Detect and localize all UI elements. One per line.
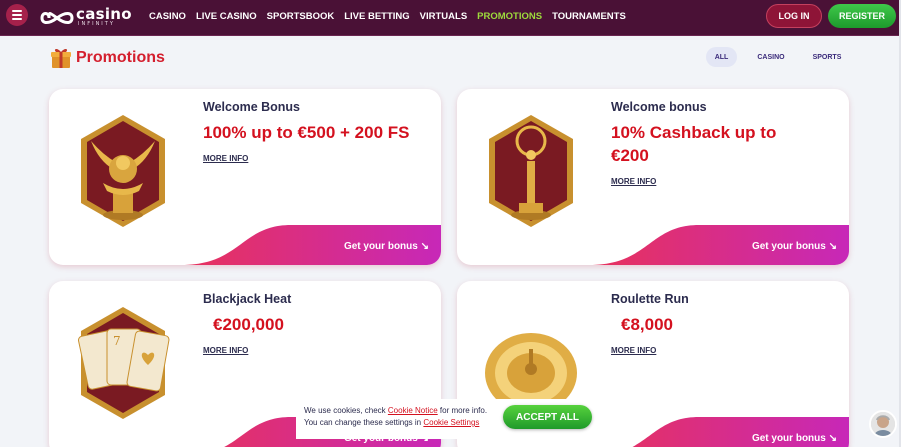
support-agent-icon [871, 412, 895, 436]
nav-virtuals[interactable]: VIRTUALS [420, 11, 468, 22]
get-bonus-button[interactable]: Get your bonus ↘ [752, 433, 837, 444]
nav-promotions[interactable]: PROMOTIONS [477, 11, 542, 22]
more-info-link[interactable]: MORE INFO [203, 154, 248, 163]
filter-all-button[interactable]: ALL [706, 47, 737, 67]
promo-offer: €200,000 [213, 315, 284, 334]
cookie-settings-link[interactable]: Cookie Settings [423, 418, 479, 427]
statuette-trophy-icon [489, 115, 573, 227]
promo-title: Blackjack Heat [203, 292, 292, 306]
playing-cards-icon: 7 [78, 307, 170, 419]
cookie-text-1: We use cookies, check [304, 406, 388, 415]
nav-live-betting[interactable]: LIVE BETTING [344, 11, 409, 22]
infinity-icon [40, 12, 74, 24]
get-bonus-button[interactable]: Get your bonus ↘ [344, 241, 429, 252]
register-button[interactable]: REGISTER [828, 4, 896, 28]
nav-sportsbook[interactable]: SPORTSBOOK [267, 11, 335, 22]
promo-card-cashback[interactable]: Welcome bonus 10% Cashback up to €200 MO… [457, 89, 849, 265]
more-info-link[interactable]: MORE INFO [203, 346, 248, 355]
top-navigation-bar: casino INFINITY CASINO LIVE CASINO SPORT… [0, 0, 901, 36]
get-bonus-button[interactable]: Get your bonus ↘ [752, 241, 837, 252]
promo-card-welcome-bonus[interactable]: Welcome Bonus 100% up to €500 + 200 FS M… [49, 89, 441, 265]
nav-live-casino[interactable]: LIVE CASINO [196, 11, 257, 22]
menu-line [12, 14, 22, 16]
cookie-text-2: for more info. [437, 406, 488, 415]
svg-text:7: 7 [113, 334, 121, 348]
accept-all-button[interactable]: ACCEPT ALL [503, 405, 592, 429]
promo-title: Roulette Run [611, 292, 689, 306]
promo-offer: 10% Cashback up to €200 [611, 123, 777, 165]
cookie-text-3: You can change these settings in [304, 418, 424, 427]
more-info-link[interactable]: MORE INFO [611, 346, 656, 355]
nav-casino[interactable]: CASINO [149, 11, 186, 22]
hamburger-menu-button[interactable] [6, 4, 28, 26]
support-avatar[interactable] [869, 410, 897, 438]
promo-title: Welcome Bonus [203, 100, 301, 114]
promo-offer: €8,000 [621, 315, 673, 334]
casino-infinity-logo[interactable]: casino INFINITY [40, 5, 140, 31]
gift-icon [51, 48, 71, 68]
nav-tournaments[interactable]: TOURNAMENTS [552, 11, 626, 22]
cookie-message: We use cookies, check Cookie Notice for … [304, 405, 487, 429]
filter-casino-button[interactable]: CASINO [752, 47, 790, 67]
filter-sports-button[interactable]: SPORTS [808, 47, 846, 67]
promo-title: Welcome bonus [611, 100, 707, 114]
promo-offer: 100% up to €500 + 200 FS [203, 123, 410, 142]
cookie-notice-link[interactable]: Cookie Notice [388, 406, 438, 415]
winged-lion-trophy-icon [81, 115, 165, 227]
more-info-link[interactable]: MORE INFO [611, 177, 656, 186]
logo-subtext: INFINITY [78, 21, 115, 27]
menu-line [12, 18, 22, 20]
main-nav: CASINO LIVE CASINO SPORTSBOOK LIVE BETTI… [149, 11, 626, 22]
page-title: Promotions [76, 49, 165, 66]
login-button[interactable]: LOG IN [766, 4, 822, 28]
menu-line [12, 10, 22, 12]
